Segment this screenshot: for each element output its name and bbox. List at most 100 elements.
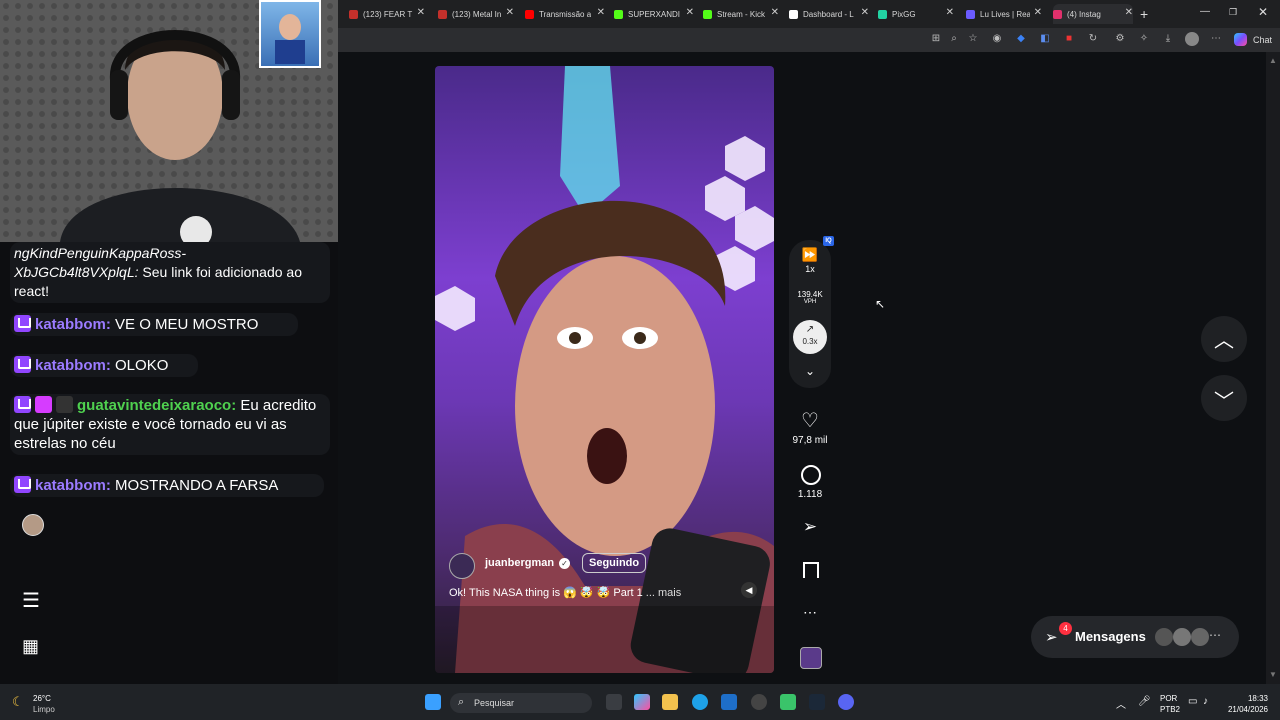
keyboard-layout[interactable]: PTB2	[1160, 705, 1180, 714]
grid-icon[interactable]: ⊞	[930, 33, 942, 45]
settings-extension-icon[interactable]: ⚙	[1114, 33, 1126, 45]
chat-bot-name-cont: XbJGCb4lt8VXplqL:	[14, 264, 139, 280]
tray-chevron-icon[interactable]: ︿	[1116, 696, 1126, 711]
discord-icon[interactable]	[838, 694, 854, 710]
author-avatar[interactable]	[449, 553, 475, 579]
collapse-chevron-icon[interactable]: ⌄	[794, 364, 826, 378]
scroll-up-icon[interactable]: ▲	[1269, 56, 1277, 65]
conversation-avatar	[1173, 628, 1191, 646]
browser-tab[interactable]: (4) Instag ✕	[1053, 4, 1133, 24]
close-tab-icon[interactable]: ✕	[771, 7, 779, 18]
user-avatar[interactable]	[22, 514, 44, 536]
profile-avatar[interactable]	[1185, 32, 1199, 46]
reel-video[interactable]: juanbergman ✓ Seguindo Ok! This NASA thi…	[435, 66, 774, 673]
more-link[interactable]: ... mais	[646, 587, 681, 599]
chevron-down-icon: ﹀	[1214, 391, 1234, 413]
copilot-icon[interactable]	[1234, 33, 1247, 46]
fast-forward-icon[interactable]: ⏩	[794, 247, 826, 263]
speaker-icon[interactable]: ♪	[1203, 696, 1208, 707]
collections-icon[interactable]: ✧	[1138, 33, 1150, 45]
weather-moon-icon[interactable]: ☾	[12, 694, 24, 710]
close-tab-icon[interactable]: ✕	[506, 7, 514, 18]
share-send-icon[interactable]: ➢	[794, 517, 826, 537]
browser-tab[interactable]: (123) FEAR TI ✕	[349, 4, 425, 24]
volume-icon[interactable]: ◀	[741, 582, 757, 598]
browser-tab[interactable]: PixGG ✕	[878, 4, 954, 24]
views-unit: VPH	[803, 299, 817, 305]
browser-tab[interactable]: Stream - Kick ✕	[703, 4, 779, 24]
tab-favicon-icon	[1053, 9, 1062, 19]
translate-icon[interactable]: ◧	[1039, 33, 1051, 45]
chat-username: katabbom:	[35, 316, 111, 333]
close-tab-icon[interactable]: ✕	[861, 7, 869, 18]
chat-button[interactable]: Chat	[1253, 35, 1272, 45]
close-tab-icon[interactable]: ✕	[686, 7, 694, 18]
twitch-icon	[14, 476, 31, 493]
restore-icon[interactable]: ❐	[1229, 7, 1237, 18]
file-explorer-icon[interactable]	[662, 694, 678, 710]
pdf-icon[interactable]: ■	[1063, 33, 1075, 45]
game-app-icon[interactable]	[780, 694, 796, 710]
messages-button[interactable]: ➢ 4 Mensagens ⋯	[1031, 616, 1239, 658]
browser-tab[interactable]: Transmissão a ✕	[525, 4, 605, 24]
task-view-icon[interactable]	[606, 694, 622, 710]
browser-tab[interactable]: Dashboard - L ✕	[789, 4, 869, 24]
scroll-down-icon[interactable]: ▼	[1269, 670, 1277, 679]
save-bookmark-icon[interactable]	[803, 562, 819, 578]
chat-message-text: VE O MEU MOSTRO	[115, 316, 259, 333]
playback-speed[interactable]: 1x	[794, 264, 826, 274]
windows-start-icon[interactable]	[425, 694, 441, 710]
chat-message-text: MOSTRANDO A FARSA	[115, 477, 279, 494]
chat-message: guatavintedeixaraoco: Eu acredito que jú…	[10, 394, 330, 455]
favorite-star-icon[interactable]: ☆	[967, 33, 979, 45]
close-tab-icon[interactable]: ✕	[1034, 7, 1042, 18]
download-icon[interactable]: ⤓	[1162, 33, 1174, 45]
following-button[interactable]: Seguindo	[582, 553, 647, 573]
tab-label: Transmissão a	[539, 9, 592, 19]
close-window-icon[interactable]: ✕	[1258, 5, 1268, 19]
comment-icon[interactable]	[801, 465, 821, 485]
page-scrollbar[interactable]: ▲ ▼	[1266, 52, 1280, 684]
refresh-extension-icon[interactable]: ↻	[1087, 33, 1099, 45]
tab-label: SUPERXANDI	[628, 9, 681, 19]
audio-thumbnail[interactable]	[800, 647, 822, 669]
close-tab-icon[interactable]: ✕	[946, 7, 954, 18]
zoom-icon[interactable]: ⌕	[948, 33, 960, 45]
weather-desc[interactable]: Limpo	[33, 705, 55, 714]
close-tab-icon[interactable]: ✕	[417, 7, 425, 18]
more-options-reel-icon[interactable]: ⋯	[794, 604, 826, 621]
extension-icon[interactable]: ◉	[991, 33, 1003, 45]
app-icon[interactable]	[751, 694, 767, 710]
browser-tab[interactable]: Lu Lives | Rea ✕	[966, 4, 1042, 24]
network-icon[interactable]: ▭	[1188, 696, 1197, 707]
copilot-taskbar-icon[interactable]	[634, 694, 650, 710]
new-tab-icon[interactable]: +	[1140, 6, 1148, 22]
weather-temp[interactable]: 26°C	[33, 694, 51, 703]
browser-tab[interactable]: SUPERXANDI ✕	[614, 4, 694, 24]
edge-browser-icon[interactable]	[692, 694, 708, 710]
next-reel-button[interactable]: ﹀	[1201, 375, 1247, 421]
language-indicator[interactable]: POR	[1160, 694, 1177, 703]
shield-icon[interactable]: ◆	[1015, 33, 1027, 45]
close-tab-icon[interactable]: ✕	[1125, 7, 1133, 18]
steam-icon[interactable]	[809, 694, 825, 710]
iq-badge: IQ	[823, 236, 834, 246]
like-heart-icon[interactable]: ♡	[794, 408, 826, 433]
clock-date[interactable]: 21/04/2026	[1222, 705, 1268, 714]
browser-tab[interactable]: (123) Metal In ✕	[438, 4, 514, 24]
previous-reel-button[interactable]: ︿	[1201, 316, 1247, 362]
messages-send-icon: ➢	[1045, 629, 1058, 646]
tab-favicon-icon	[789, 9, 798, 19]
chat-username: katabbom:	[35, 357, 111, 374]
taskbar-search[interactable]: ⌕ Pesquisar	[450, 693, 592, 713]
minimize-icon[interactable]: —	[1200, 6, 1210, 17]
hamburger-menu-icon[interactable]: ☰	[22, 588, 40, 613]
close-tab-icon[interactable]: ✕	[597, 7, 605, 18]
microphone-icon[interactable]: 🎤︎	[1138, 696, 1151, 707]
clock-time[interactable]: 18:33	[1228, 694, 1268, 703]
more-options-icon[interactable]: ⋯	[1210, 33, 1222, 45]
trend-button[interactable]: ↗ 0.3x	[793, 320, 827, 354]
store-icon[interactable]	[721, 694, 737, 710]
apps-grid-icon[interactable]: ▦	[22, 636, 39, 657]
author-username[interactable]: juanbergman	[485, 557, 554, 569]
